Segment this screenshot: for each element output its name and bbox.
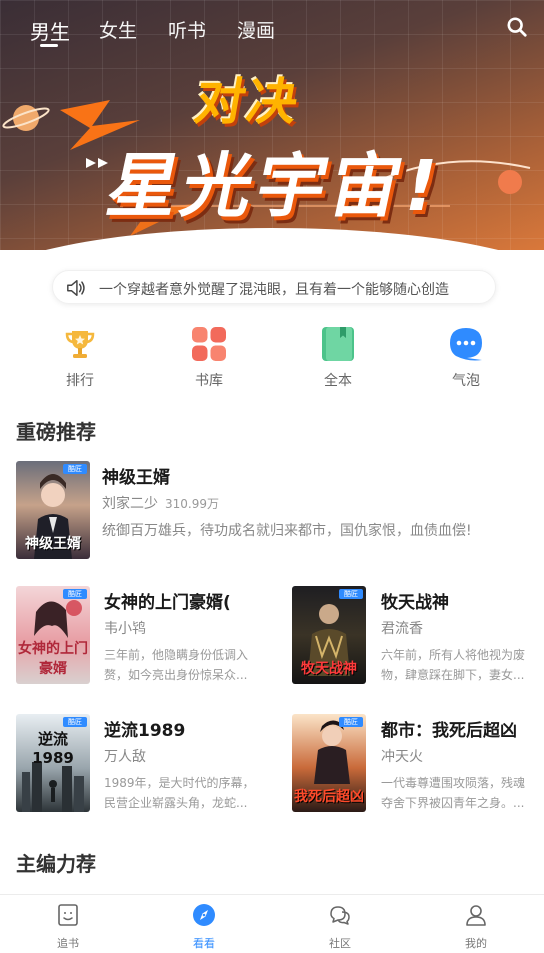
cover-title-text: 逆流 1989 — [32, 730, 74, 767]
cover-badge: 酷匠 — [339, 717, 363, 727]
book-cover: 酷匠 神级王婿 — [16, 461, 90, 559]
quick-entry-bubble[interactable]: 气泡 — [421, 324, 511, 394]
community-icon — [330, 906, 350, 925]
notice-text: 一个穿越者意外觉醒了混沌眼，且有着一个能够随心创造 — [99, 282, 449, 298]
tab-audiobook[interactable]: 听书 — [168, 16, 206, 43]
book-description: 六年前，所有人将他视为废物，肆意踩在脚下，妻女... — [381, 648, 526, 682]
bottom-tab-label: 追书 — [57, 937, 79, 950]
section-title-editor-picks: 主编力荐 — [16, 852, 96, 876]
banner-title-top: 对决 — [190, 73, 305, 131]
book-cover: 酷匠 女神的上门豪婿 — [16, 586, 90, 684]
active-tab-indicator — [40, 44, 58, 47]
book-title: 神级王婿 — [102, 468, 170, 488]
chat-bubble-icon — [450, 328, 482, 361]
bottom-tab-discover[interactable]: 看看 — [136, 895, 272, 953]
quick-entry-label: 书库 — [195, 373, 223, 389]
trophy-icon — [65, 331, 95, 358]
book-cover: 酷匠 我死后超凶 — [292, 714, 366, 812]
book-author: 冲天火 — [381, 749, 423, 765]
book-cover: 酷匠 牧天战神 — [292, 586, 366, 684]
search-icon[interactable] — [506, 16, 528, 38]
banner-title-main: 星光宇宙! — [100, 145, 450, 227]
bottom-tab-label: 社区 — [329, 937, 351, 950]
bottom-tab-community[interactable]: 社区 — [272, 895, 408, 953]
quick-entry-label: 排行 — [66, 373, 94, 389]
cover-title-text: 女神的上门豪婿 — [18, 641, 88, 677]
book-author: 刘家二少 — [102, 496, 158, 512]
tab-female[interactable]: 女生 — [99, 16, 137, 43]
book-description: 一代毒尊遭围攻陨落，残魂夺舍下界被囚青年之身。... — [381, 776, 526, 810]
bottom-tab-bar: 追书 看看 社区 我的 — [0, 894, 544, 953]
book-title: 牧天战神 — [381, 593, 449, 613]
book-word-count: 310.99万 — [165, 497, 219, 511]
cover-badge: 酷匠 — [63, 464, 87, 474]
cover-title-text: 我死后超凶 — [294, 789, 364, 805]
book-description: 统御百万雄兵，待功成名就归来都市，国仇家恨，血债血偿! — [102, 523, 472, 539]
quick-entry-completed[interactable]: 全本 — [293, 324, 383, 394]
book-cover: 酷匠 逆流 1989 — [16, 714, 90, 812]
cover-badge: 酷匠 — [63, 717, 87, 727]
bookmark-icon — [322, 327, 354, 361]
book-description: 1989年，是大时代的序幕，民营企业崭露头角，龙蛇... — [104, 776, 255, 810]
speaker-icon — [67, 280, 85, 296]
cover-title-text: 神级王婿 — [25, 536, 81, 552]
section-title-featured: 重磅推荐 — [16, 420, 96, 444]
quick-entry-label: 气泡 — [452, 373, 480, 389]
cover-badge: 酷匠 — [63, 589, 87, 599]
book-description: 三年前，他隐瞒身份低调入赘，如今亮出身份惊呆众... — [104, 648, 249, 682]
top-nav: 男生 女生 听书 漫画 — [0, 0, 544, 58]
quick-entry-ranking[interactable]: 排行 — [35, 324, 125, 394]
compass-icon — [193, 904, 215, 926]
quick-entry-label: 全本 — [324, 373, 352, 389]
book-author: 君流香 — [381, 621, 423, 637]
cover-badge: 酷匠 — [339, 589, 363, 599]
book-title: 逆流1989 — [104, 721, 186, 741]
quick-entry-library[interactable]: 书库 — [164, 324, 254, 394]
grid-icon — [192, 327, 226, 361]
book-author: 万人敌 — [104, 749, 146, 765]
book-author: 韦小鸨 — [104, 621, 146, 637]
book-title: 女神的上门豪婿( — [104, 593, 231, 613]
tab-male[interactable]: 男生 — [30, 16, 70, 45]
bottom-tab-label: 我的 — [465, 937, 487, 950]
notice-bar[interactable]: 一个穿越者意外觉醒了混沌眼，且有着一个能够随心创造 — [52, 270, 496, 304]
tab-comics[interactable]: 漫画 — [237, 16, 275, 43]
cover-title-text: 牧天战神 — [301, 661, 357, 677]
bottom-tab-profile[interactable]: 我的 — [408, 895, 544, 953]
bookshelf-icon — [58, 904, 78, 926]
bottom-tab-bookshelf[interactable]: 追书 — [0, 895, 136, 953]
profile-icon — [466, 905, 486, 926]
book-title: 都市：我死后超凶 — [381, 721, 517, 741]
bottom-tab-label: 看看 — [193, 937, 215, 950]
